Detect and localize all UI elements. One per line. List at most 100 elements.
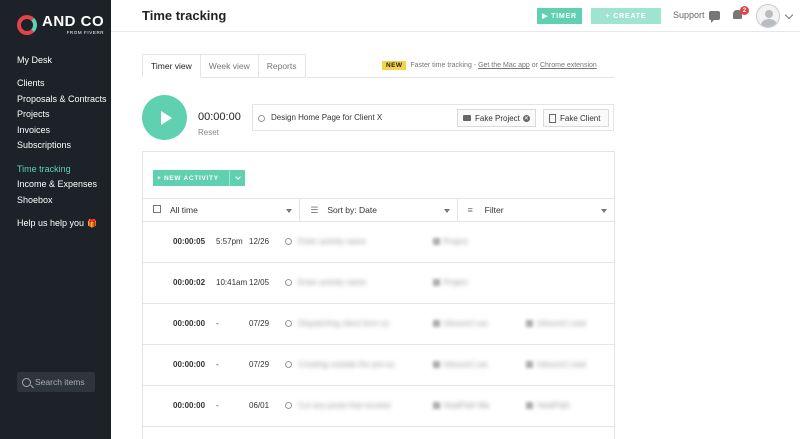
filter-bar: All time ☰ Sort by: Date ≡ Filter: [143, 198, 614, 222]
tab-week-view[interactable]: Week view: [200, 54, 259, 78]
row-project: HealPath Ma: [443, 401, 490, 410]
top-bar: Time tracking ▶ TIMER + CREATE Support 2: [111, 0, 800, 32]
folder-icon: [433, 238, 440, 245]
play-icon: [160, 110, 172, 125]
row-duration: 00:00:00: [173, 401, 206, 410]
sidebar-item-clients[interactable]: Clients: [17, 78, 45, 88]
timer-description[interactable]: Design Home Page for Client X: [271, 113, 382, 122]
folder-icon: [433, 402, 440, 409]
new-activity-dropdown[interactable]: [229, 170, 245, 186]
promo-text: Faster time tracking -: [410, 62, 477, 69]
andco-logo[interactable]: AND CO FROM FIVERR: [17, 14, 104, 36]
sidebar-item-proposals-contracts[interactable]: Proposals & Contracts: [17, 94, 107, 104]
sort-select[interactable]: ☰ Sort by: Date: [300, 199, 458, 221]
activity-list: 00:00:05 5:57pm 12/26 Enter activity nam…: [143, 222, 614, 427]
clock-icon: [285, 320, 292, 327]
filter-label: Filter: [484, 205, 504, 215]
sidebar-item-subscriptions[interactable]: Subscriptions: [17, 140, 71, 150]
sort-label: Sort by: Date: [327, 205, 377, 215]
row-date: 06/01: [249, 401, 270, 410]
building-icon: [549, 113, 556, 123]
row-project: Project: [443, 237, 468, 246]
dropdown-arrow-icon: [443, 209, 450, 213]
search-icon: [22, 377, 31, 387]
new-activity-button[interactable]: + NEW ACTIVITY: [153, 170, 245, 186]
support-link[interactable]: Support: [673, 10, 720, 23]
row-duration: 00:00:00: [173, 360, 206, 369]
start-timer-button[interactable]: [142, 95, 187, 140]
promo-or: or: [531, 62, 539, 69]
chevron-down-icon: [234, 174, 241, 180]
avatar-body-icon: [761, 19, 777, 27]
sidebar-item-time-tracking[interactable]: Time tracking: [17, 164, 71, 174]
create-button[interactable]: + CREATE: [591, 8, 661, 24]
mac-app-link[interactable]: Get the Mac app: [478, 62, 530, 69]
row-client: Inbound Lead: [537, 360, 586, 369]
row-project: Inbound Lea: [443, 319, 488, 328]
remove-project-icon[interactable]: ✕: [522, 114, 530, 122]
sort-icon: ☰: [310, 204, 319, 215]
clock-icon: [258, 115, 265, 122]
sidebar-item-shoebox[interactable]: Shoebox: [17, 195, 53, 205]
avatar-head-icon: [765, 10, 773, 18]
table-row[interactable]: 00:00:05 5:57pm 12/26 Enter activity nam…: [143, 222, 614, 263]
folder-icon: [433, 279, 440, 286]
timer-value: 00:00:00: [198, 111, 241, 123]
avatar[interactable]: [756, 4, 780, 28]
table-row[interactable]: 00:00:02 10:41am 12/05 Enter activity na…: [143, 263, 614, 304]
clock-icon: [285, 238, 292, 245]
filter-select[interactable]: ≡ Filter: [458, 199, 614, 221]
help-label: Help us help you: [17, 218, 85, 228]
chevron-down-icon[interactable]: [784, 10, 794, 20]
brand-sub: FROM FIVERR: [66, 30, 105, 35]
support-label: Support: [673, 10, 705, 20]
row-date: 07/29: [249, 360, 270, 369]
brand-name: AND CO: [42, 13, 105, 30]
row-date: 12/05: [249, 278, 270, 287]
chrome-extension-link[interactable]: Chrome extension: [540, 62, 597, 69]
row-client: HealPath: [537, 401, 570, 410]
row-date: 07/29: [249, 319, 270, 328]
clock-icon: [285, 402, 292, 409]
row-time: 5:57pm: [216, 237, 243, 246]
row-time: -: [216, 360, 219, 369]
project-chip[interactable]: Fake Project ✕: [457, 109, 536, 127]
search-input[interactable]: [35, 377, 93, 387]
client-chip[interactable]: Fake Client: [543, 109, 609, 127]
notification-badge: 2: [740, 6, 749, 15]
tab-reports[interactable]: Reports: [258, 54, 306, 78]
dropdown-arrow-icon: [286, 209, 293, 213]
page-title: Time tracking: [142, 8, 227, 23]
row-description: Cut any posts that exceed: [298, 401, 391, 410]
sidebar-item-projects[interactable]: Projects: [17, 109, 50, 119]
view-tabs: Timer view Week view Reports: [142, 54, 306, 78]
reset-link[interactable]: Reset: [198, 128, 219, 137]
table-row[interactable]: 00:00:00 - 06/01 Cut any posts that exce…: [143, 386, 614, 427]
sidebar-item-income-expenses[interactable]: Income & Expenses: [17, 179, 97, 189]
clock-icon: [285, 361, 292, 368]
folder-icon: [463, 115, 471, 121]
date-range-select[interactable]: All time: [143, 199, 301, 221]
notifications-button[interactable]: 2: [733, 6, 749, 20]
row-description: Dispatching client form so: [298, 319, 390, 328]
sidebar: AND CO FROM FIVERR My Desk Clients Propo…: [0, 0, 111, 439]
building-icon: [526, 320, 533, 327]
new-activity-label: + NEW ACTIVITY: [157, 174, 219, 182]
table-row[interactable]: 00:00:00 - 07/29 Creating outside the pr…: [143, 345, 614, 386]
sidebar-item-my-desk[interactable]: My Desk: [17, 55, 52, 65]
tab-timer-view[interactable]: Timer view: [142, 54, 201, 78]
timer-button[interactable]: ▶ TIMER: [537, 8, 582, 24]
calendar-icon: [153, 205, 161, 213]
row-duration: 00:00:02: [173, 278, 206, 287]
row-description: Enter activity name: [298, 278, 367, 287]
timer-entry[interactable]: Design Home Page for Client X Fake Proje…: [252, 104, 614, 131]
sidebar-item-help[interactable]: Help us help you 🎁: [17, 218, 97, 228]
table-row[interactable]: 00:00:00 - 07/29 Dispatching client form…: [143, 304, 614, 345]
row-date: 12/26: [249, 237, 270, 246]
sidebar-search[interactable]: [17, 372, 95, 392]
sidebar-item-invoices[interactable]: Invoices: [17, 125, 50, 135]
row-duration: 00:00:05: [173, 237, 206, 246]
new-badge: NEW: [382, 61, 407, 70]
gift-icon: 🎁: [87, 219, 98, 228]
project-chip-label: Fake Project: [475, 113, 520, 123]
